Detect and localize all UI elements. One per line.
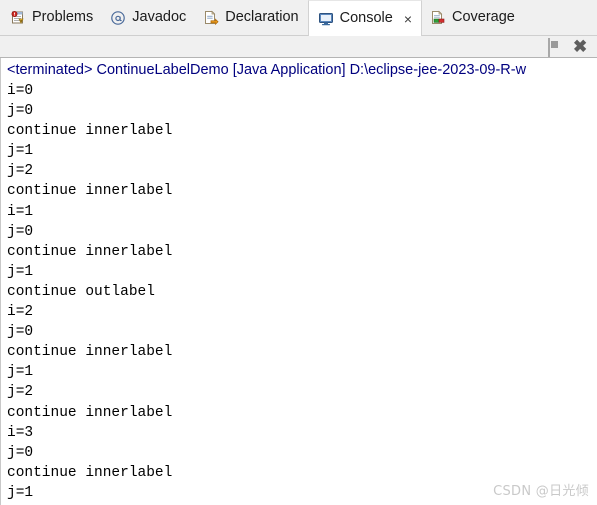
console-line: j=2 — [7, 163, 34, 180]
terminate-button[interactable] — [547, 37, 563, 57]
view-tab-bar: Problems Javadoc Declaration Console × C… — [0, 0, 597, 36]
close-x-icon: ✖ — [573, 36, 588, 56]
problems-icon — [10, 10, 26, 26]
console-line: continue innerlabel — [7, 404, 173, 421]
tab-declaration[interactable]: Declaration — [195, 0, 307, 35]
console-line: continue innerlabel — [7, 183, 173, 200]
remove-launch-button[interactable]: ✖ — [573, 36, 589, 56]
eclipse-console-view: Problems Javadoc Declaration Console × C… — [0, 0, 597, 505]
console-line: i=0 — [7, 83, 34, 99]
console-line: i=2 — [7, 304, 34, 321]
declaration-icon — [203, 10, 219, 26]
stop-square-icon — [548, 37, 550, 57]
console-line: j=0 — [7, 103, 34, 120]
javadoc-icon — [110, 10, 126, 26]
coverage-icon — [430, 10, 446, 26]
console-line: j=1 — [7, 364, 34, 381]
console-line: j=1 — [7, 143, 34, 160]
console-line: continue innerlabel — [7, 243, 173, 260]
tab-label: Console — [339, 10, 393, 27]
tab-console[interactable]: Console × — [307, 0, 422, 36]
console-line: j=1 — [7, 263, 34, 280]
tab-label: Declaration — [225, 9, 299, 26]
tab-label: Problems — [32, 9, 94, 26]
close-icon[interactable]: × — [404, 12, 412, 26]
tab-label: Javadoc — [132, 9, 187, 26]
console-toolbar: ✖ — [0, 36, 597, 58]
console-line: continue innerlabel — [7, 123, 173, 140]
console-line: j=2 — [7, 384, 34, 401]
console-line: i=1 — [7, 203, 34, 220]
tab-coverage[interactable]: Coverage — [422, 0, 524, 35]
console-output-pane[interactable]: <terminated> ContinueLabelDemo [Java App… — [0, 58, 597, 505]
console-icon — [318, 11, 334, 27]
console-line: j=0 — [7, 223, 34, 240]
terminated-header: <terminated> ContinueLabelDemo [Java App… — [7, 62, 527, 78]
tab-label: Coverage — [452, 9, 515, 26]
console-line: continue innerlabel — [7, 344, 173, 361]
tab-problems[interactable]: Problems — [2, 0, 102, 35]
console-line: i=3 — [7, 424, 34, 441]
console-line: j=0 — [7, 324, 34, 341]
csdn-watermark: CSDN @日光倾 — [493, 484, 589, 499]
console-line: j=0 — [7, 444, 34, 461]
console-line: continue outlabel — [7, 283, 155, 300]
tab-javadoc[interactable]: Javadoc — [102, 0, 195, 35]
console-log-lines: i=0 j=0 continue innerlabel j=1 j=2 continue … — [7, 81, 597, 505]
